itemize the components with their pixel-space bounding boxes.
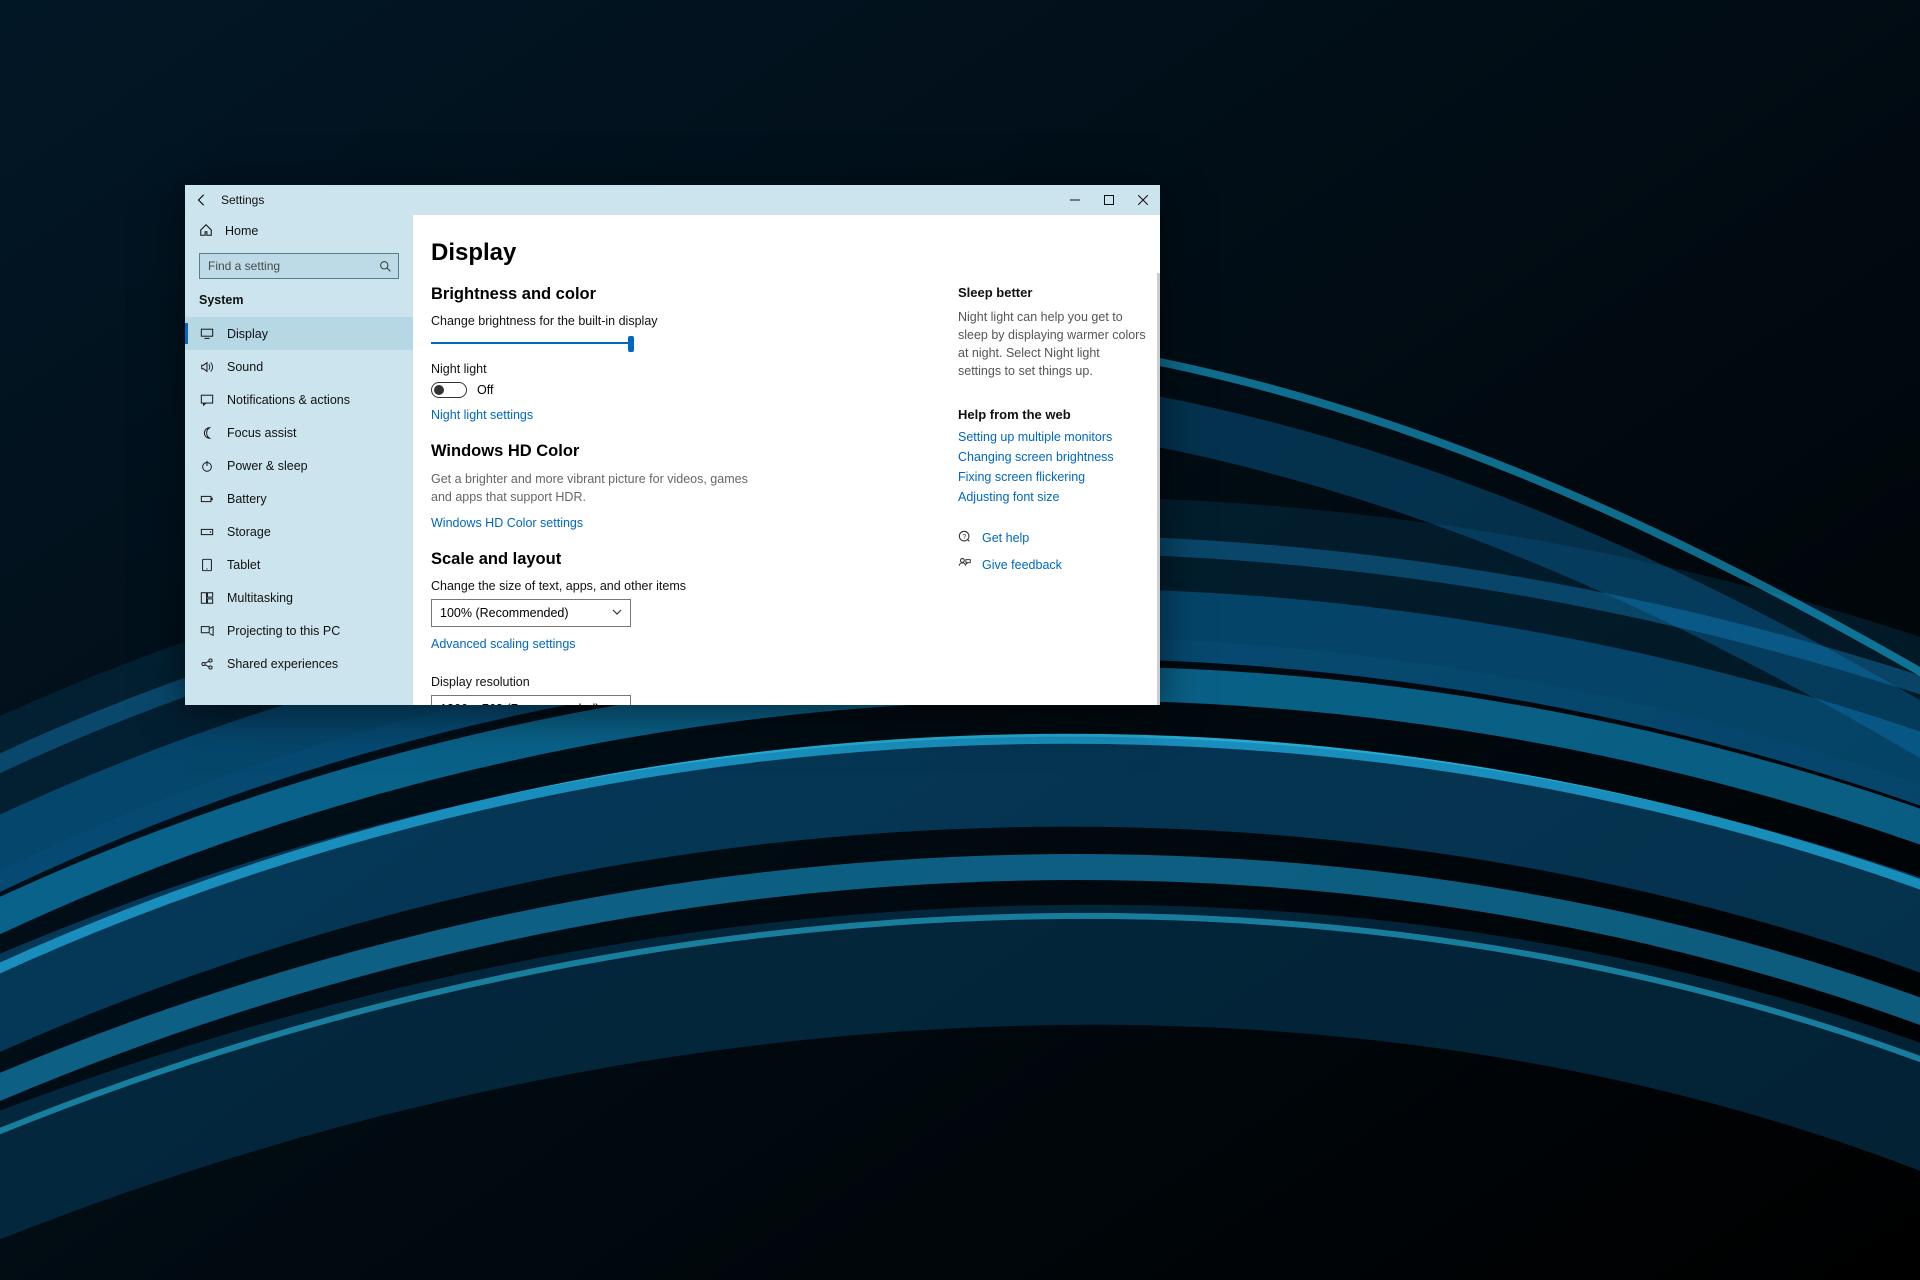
content: Display Brightness and color Change brig… bbox=[413, 215, 950, 705]
back-button[interactable] bbox=[185, 185, 219, 215]
brightness-heading: Brightness and color bbox=[431, 285, 932, 304]
help-link[interactable]: Setting up multiple monitors bbox=[958, 430, 1146, 444]
sleep-text: Night light can help you get to sleep by… bbox=[958, 308, 1146, 381]
search-box[interactable] bbox=[199, 253, 399, 279]
search-icon bbox=[372, 260, 398, 273]
help-heading: Help from the web bbox=[958, 407, 1146, 422]
night-light-label: Night light bbox=[431, 362, 932, 376]
night-light-state: Off bbox=[477, 383, 493, 397]
hd-settings-link[interactable]: Windows HD Color settings bbox=[431, 516, 583, 530]
chevron-down-icon bbox=[612, 606, 622, 620]
window-title: Settings bbox=[219, 193, 264, 207]
minimize-button[interactable] bbox=[1058, 185, 1092, 215]
sidebar-item-projecting-to-this-pc[interactable]: Projecting to this PC bbox=[185, 614, 413, 647]
help-link[interactable]: Changing screen brightness bbox=[958, 450, 1146, 464]
sidebar-item-focus-assist[interactable]: Focus assist bbox=[185, 416, 413, 449]
drive-icon bbox=[199, 525, 215, 539]
right-rail: Sleep better Night light can help you ge… bbox=[950, 215, 1160, 705]
scale-heading: Scale and layout bbox=[431, 550, 932, 569]
brightness-slider[interactable] bbox=[431, 334, 631, 352]
help-icon: ? bbox=[958, 530, 972, 547]
sidebar-home-label: Home bbox=[225, 224, 258, 238]
sidebar-item-tablet[interactable]: Tablet bbox=[185, 548, 413, 581]
help-link[interactable]: Adjusting font size bbox=[958, 490, 1146, 504]
chevron-down-icon bbox=[612, 702, 622, 705]
night-light-settings-link[interactable]: Night light settings bbox=[431, 408, 533, 422]
night-light-toggle[interactable] bbox=[431, 382, 467, 398]
multitask-icon bbox=[199, 591, 215, 605]
search-input[interactable] bbox=[200, 259, 372, 273]
tablet-icon bbox=[199, 558, 215, 572]
sidebar-nav: Display Sound Notifications & actions Focus… bbox=[185, 317, 413, 705]
sidebar-item-label: Battery bbox=[227, 492, 267, 506]
battery-icon bbox=[199, 492, 215, 506]
page-title: Display bbox=[431, 239, 932, 267]
speaker-icon bbox=[199, 360, 215, 374]
sidebar-item-power-sleep[interactable]: Power & sleep bbox=[185, 449, 413, 482]
sidebar-item-notifications-actions[interactable]: Notifications & actions bbox=[185, 383, 413, 416]
sidebar-item-label: Shared experiences bbox=[227, 657, 338, 671]
resolution-value: 1366 × 768 (Recommended) bbox=[440, 702, 599, 705]
sidebar-item-label: Storage bbox=[227, 525, 271, 539]
give-feedback-link[interactable]: Give feedback bbox=[958, 557, 1146, 574]
sidebar-item-battery[interactable]: Battery bbox=[185, 482, 413, 515]
sidebar-item-label: Power & sleep bbox=[227, 459, 308, 473]
sidebar-item-sound[interactable]: Sound bbox=[185, 350, 413, 383]
sidebar-section-title: System bbox=[185, 287, 413, 317]
settings-window: Settings Home bbox=[185, 185, 1160, 705]
hd-desc: Get a brighter and more vibrant picture … bbox=[431, 471, 761, 506]
get-help-label: Get help bbox=[982, 531, 1029, 545]
sleep-heading: Sleep better bbox=[958, 285, 1146, 300]
get-help-link[interactable]: ? Get help bbox=[958, 530, 1146, 547]
share-icon bbox=[199, 657, 215, 671]
text-size-value: 100% (Recommended) bbox=[440, 606, 569, 620]
sidebar-item-shared-experiences[interactable]: Shared experiences bbox=[185, 647, 413, 680]
monitor-icon bbox=[199, 327, 215, 341]
message-icon bbox=[199, 393, 215, 407]
titlebar: Settings bbox=[185, 185, 1160, 215]
project-icon bbox=[199, 624, 215, 638]
text-size-select[interactable]: 100% (Recommended) bbox=[431, 599, 631, 627]
power-icon bbox=[199, 459, 215, 473]
sidebar-item-storage[interactable]: Storage bbox=[185, 515, 413, 548]
feedback-icon bbox=[958, 557, 972, 574]
sidebar-item-label: Focus assist bbox=[227, 426, 296, 440]
main-area: Display Brightness and color Change brig… bbox=[413, 215, 1160, 705]
close-button[interactable] bbox=[1126, 185, 1160, 215]
sidebar-item-multitasking[interactable]: Multitasking bbox=[185, 581, 413, 614]
sidebar-item-label: Display bbox=[227, 327, 268, 341]
sidebar: Home System Display Sound Notifications & … bbox=[185, 215, 413, 705]
resolution-label: Display resolution bbox=[431, 675, 932, 689]
advanced-scaling-link[interactable]: Advanced scaling settings bbox=[431, 637, 576, 651]
sidebar-item-label: Notifications & actions bbox=[227, 393, 350, 407]
feedback-label: Give feedback bbox=[982, 558, 1062, 572]
sidebar-item-label: Multitasking bbox=[227, 591, 293, 605]
home-icon bbox=[199, 223, 213, 240]
maximize-button[interactable] bbox=[1092, 185, 1126, 215]
resolution-select[interactable]: 1366 × 768 (Recommended) bbox=[431, 695, 631, 705]
svg-text:?: ? bbox=[962, 533, 966, 540]
moon-icon bbox=[199, 426, 215, 440]
scrollbar[interactable] bbox=[1157, 273, 1160, 705]
sidebar-item-label: Projecting to this PC bbox=[227, 624, 340, 638]
desktop-background: Settings Home bbox=[0, 0, 1920, 1280]
sidebar-item-label: Tablet bbox=[227, 558, 260, 572]
hd-heading: Windows HD Color bbox=[431, 442, 932, 461]
help-links: Setting up multiple monitors Changing scr… bbox=[958, 430, 1146, 504]
sidebar-home[interactable]: Home bbox=[185, 215, 413, 247]
help-link[interactable]: Fixing screen flickering bbox=[958, 470, 1146, 484]
text-size-label: Change the size of text, apps, and other… bbox=[431, 579, 932, 593]
brightness-slider-label: Change brightness for the built-in displ… bbox=[431, 314, 932, 328]
sidebar-item-label: Sound bbox=[227, 360, 263, 374]
sidebar-item-display[interactable]: Display bbox=[185, 317, 413, 350]
